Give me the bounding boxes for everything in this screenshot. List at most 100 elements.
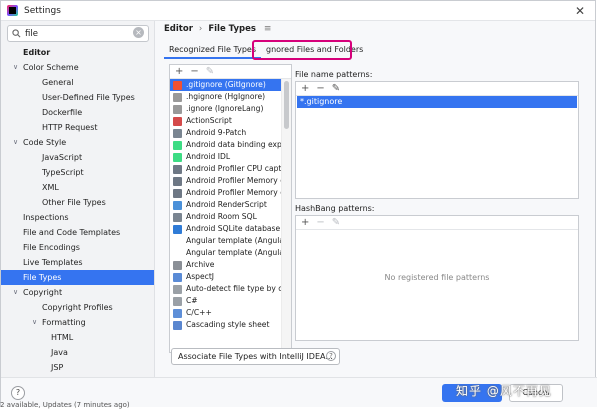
tab-recognized-file-types[interactable]: Recognized File Types (164, 41, 261, 59)
close-icon[interactable]: ✕ (575, 4, 585, 18)
file-type-label: C# (186, 296, 198, 305)
sidebar-item-xml[interactable]: XML (1, 180, 154, 195)
scrollbar-thumb[interactable] (284, 81, 289, 129)
sidebar-item-label: HTTP Request (42, 123, 98, 132)
sidebar-item-http-request[interactable]: HTTP Request (1, 120, 154, 135)
background-status-text: 2 available, Updates (7 minutes ago) (0, 401, 130, 409)
file-type-label: AspectJ (186, 272, 215, 281)
scrollbar[interactable] (281, 79, 291, 352)
sidebar-item-copyright-profiles[interactable]: Copyright Profiles (1, 300, 154, 315)
file-type-row[interactable]: .gitignore (GitIgnore) (170, 79, 282, 91)
chevron-down-icon[interactable]: ∨ (32, 315, 37, 330)
sidebar-item-label: TypeScript (42, 168, 84, 177)
file-type-row[interactable]: Android Profiler CPU capture f (170, 163, 282, 175)
sidebar-item-editor[interactable]: Editor (1, 45, 154, 60)
file-icon (173, 284, 182, 294)
settings-sidebar: file × Editor ∨ Color Scheme General User-De… (1, 21, 155, 377)
help-icon[interactable]: ? (326, 351, 336, 361)
file-type-row[interactable]: Android Room SQL (170, 211, 282, 223)
file-type-row[interactable]: Android SQLite database (170, 223, 282, 235)
add-icon[interactable]: + (301, 217, 309, 228)
file-type-label: ActionScript (186, 116, 232, 125)
android-icon (173, 140, 182, 150)
remove-icon[interactable]: − (316, 217, 324, 228)
pattern-row[interactable]: *.gitignore (297, 96, 577, 108)
file-type-row[interactable]: .ignore (IgnoreLang) (170, 103, 282, 115)
sidebar-item-label: HTML (51, 333, 74, 342)
sidebar-item-label: Color Scheme (23, 63, 79, 72)
chevron-down-icon[interactable]: ∨ (13, 285, 18, 300)
file-type-label: .ignore (IgnoreLang) (186, 104, 264, 113)
file-type-row[interactable]: Auto-detect file type by conte (170, 283, 282, 295)
file-type-row[interactable]: Android data binding express (170, 139, 282, 151)
sidebar-item-label: File Types (23, 273, 62, 282)
file-type-row[interactable]: Android Profiler Memory capt (170, 187, 282, 199)
edit-icon[interactable]: ✎ (332, 83, 340, 94)
sidebar-item-javascript[interactable]: JavaScript (1, 150, 154, 165)
chevron-down-icon[interactable]: ∨ (13, 135, 18, 150)
sidebar-item-file-encodings[interactable]: File Encodings (1, 240, 154, 255)
add-icon[interactable]: + (301, 83, 309, 94)
file-type-row[interactable]: Android 9-Patch (170, 127, 282, 139)
breadcrumb-parent[interactable]: Editor (164, 24, 193, 34)
sidebar-item-live-templates[interactable]: Live Templates (1, 255, 154, 270)
intellij-app-icon (7, 5, 18, 16)
file-type-row[interactable]: Android RenderScript (170, 199, 282, 211)
sidebar-item-code-style[interactable]: ∨ Code Style (1, 135, 154, 150)
menu-icon[interactable]: ≡ (264, 24, 272, 34)
file-type-row[interactable]: Angular template (Angular2H (170, 235, 282, 247)
search-input[interactable]: file × (7, 25, 149, 42)
file-type-row[interactable]: C# (170, 295, 282, 307)
aspectj-icon (173, 272, 182, 282)
sidebar-item-label: JSP (51, 363, 64, 372)
sidebar-item-jsp[interactable]: JSP (1, 360, 154, 375)
css-icon (173, 320, 182, 330)
file-type-row[interactable]: C/C++ (170, 307, 282, 319)
sidebar-item-inspections[interactable]: Inspections (1, 210, 154, 225)
file-type-label: Android IDL (186, 152, 231, 161)
file-type-row[interactable]: ActionScript (170, 115, 282, 127)
remove-icon[interactable]: − (316, 83, 324, 94)
file-type-row[interactable]: Android IDL (170, 151, 282, 163)
add-icon[interactable]: + (175, 66, 183, 77)
sidebar-item-label: Copyright (23, 288, 63, 297)
sidebar-item-user-defined-file-types[interactable]: User-Defined File Types (1, 90, 154, 105)
sidebar-item-file-and-code-templates[interactable]: File and Code Templates (1, 225, 154, 240)
sidebar-item-label: General (42, 78, 74, 87)
remove-icon[interactable]: − (190, 66, 198, 77)
file-type-label: Android Profiler CPU capture f (186, 164, 282, 173)
sidebar-item-copyright[interactable]: ∨ Copyright (1, 285, 154, 300)
edit-icon[interactable]: ✎ (332, 217, 340, 228)
file-type-label: Android SQLite database (186, 224, 281, 233)
associate-file-types-button[interactable]: Associate File Types with IntelliJ IDEA.… (171, 348, 340, 365)
file-type-label: Android 9-Patch (186, 128, 247, 137)
sidebar-item-formatting[interactable]: ∨ Formatting (1, 315, 154, 330)
file-type-row[interactable]: Cascading style sheet (170, 319, 282, 331)
clear-search-icon[interactable]: × (133, 27, 144, 38)
file-type-row[interactable]: Android Profiler Memory capt (170, 175, 282, 187)
file-type-label: Archive (186, 260, 215, 269)
window-title: Settings (24, 5, 61, 16)
search-value: file (25, 28, 38, 39)
patterns-toolbar: + − ✎ (296, 82, 578, 96)
sidebar-item-java[interactable]: Java (1, 345, 154, 360)
file-type-row[interactable]: Archive (170, 259, 282, 271)
sidebar-item-dockerfile[interactable]: Dockerfile (1, 105, 154, 120)
sidebar-item-typescript[interactable]: TypeScript (1, 165, 154, 180)
file-type-label: Android Room SQL (186, 212, 257, 221)
file-type-row[interactable]: .hgignore (HgIgnore) (170, 91, 282, 103)
sidebar-item-color-scheme[interactable]: ∨ Color Scheme (1, 60, 154, 75)
actionscript-icon (173, 116, 182, 126)
file-type-label: C/C++ (186, 308, 212, 317)
sidebar-item-general[interactable]: General (1, 75, 154, 90)
file-type-row[interactable]: AspectJ (170, 271, 282, 283)
chevron-down-icon[interactable]: ∨ (13, 60, 18, 75)
file-name-patterns-box: + − ✎ *.gitignore (295, 81, 579, 199)
edit-icon[interactable]: ✎ (206, 66, 214, 77)
sidebar-item-html[interactable]: HTML (1, 330, 154, 345)
help-button[interactable]: ? (11, 386, 25, 400)
file-type-row[interactable]: Angular template (Angular2Sv (170, 247, 282, 259)
sidebar-item-file-types[interactable]: File Types (1, 270, 154, 285)
sidebar-item-other-file-types[interactable]: Other File Types (1, 195, 154, 210)
file-type-label: .gitignore (GitIgnore) (186, 80, 266, 89)
